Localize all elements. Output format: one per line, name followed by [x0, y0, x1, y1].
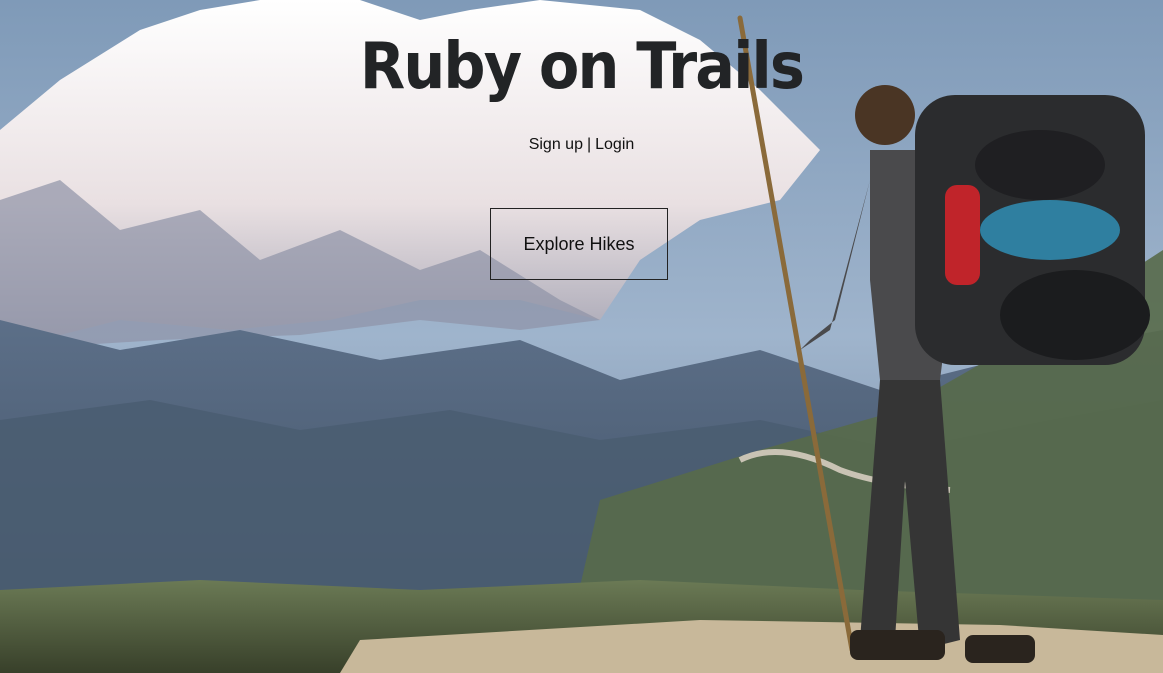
login-link[interactable]: Login — [595, 136, 634, 153]
auth-separator: | — [586, 136, 592, 153]
page-title: Ruby on Trails — [359, 30, 805, 104]
auth-links: Sign up | Login — [0, 136, 1163, 154]
signup-link[interactable]: Sign up — [529, 136, 583, 153]
explore-hikes-button[interactable]: Explore Hikes — [490, 208, 668, 280]
